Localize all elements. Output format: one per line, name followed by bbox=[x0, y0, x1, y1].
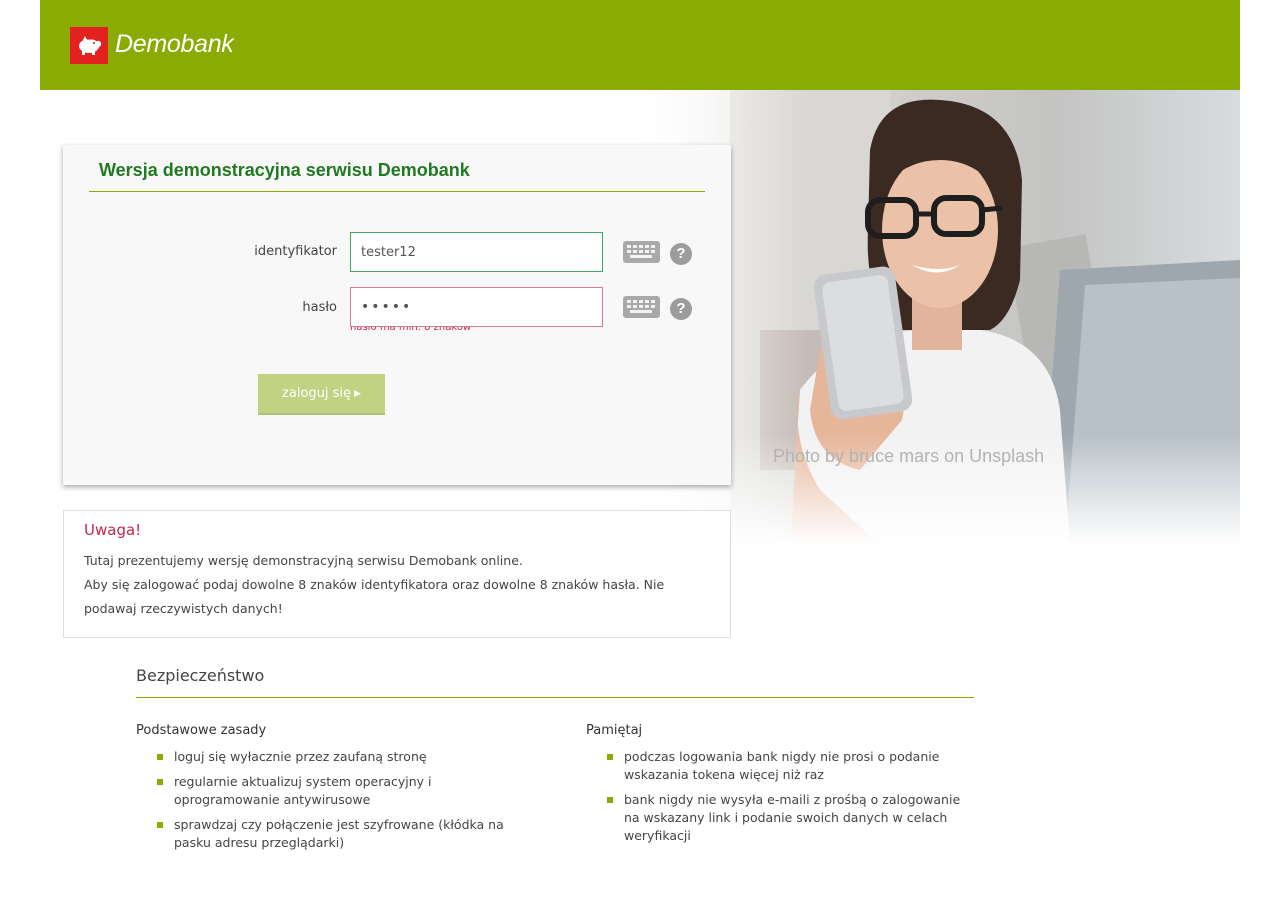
security-section: Bezpieczeństwo Podstawowe zasady loguj s… bbox=[136, 666, 974, 850]
password-error: hasło ma min. 8 znaków bbox=[350, 327, 471, 331]
security-list: podczas logowania bank nigdy nie prosi o… bbox=[586, 748, 966, 845]
security-divider bbox=[136, 697, 974, 698]
login-panel: Wersja demonstracyjna serwisu Demobank i… bbox=[63, 145, 731, 485]
warning-line: Aby się zalogować podaj dowolne 8 znaków… bbox=[84, 577, 665, 616]
column-heading: Podstawowe zasady bbox=[136, 723, 267, 738]
header-bar: Demobank bbox=[40, 0, 1240, 90]
arrow-right-icon: ▶ bbox=[354, 389, 361, 399]
warning-title: Uwaga! bbox=[84, 521, 142, 539]
login-button[interactable]: zaloguj się ▶ bbox=[258, 374, 385, 415]
security-column-remember: Pamiętaj podczas logowania bank nigdy ni… bbox=[586, 723, 966, 852]
security-list: loguj się wyłacznie przez zaufaną stronę… bbox=[136, 748, 516, 852]
list-item: bank nigdy nie wysyła e-maili z prośbą o… bbox=[607, 791, 966, 845]
piggy-bank-icon bbox=[79, 36, 102, 55]
logo-text[interactable]: Demobank bbox=[115, 30, 234, 59]
login-label: identyfikator bbox=[254, 244, 337, 259]
list-item: loguj się wyłacznie przez zaufaną stronę bbox=[157, 748, 516, 766]
password-label: hasło bbox=[302, 300, 337, 315]
keyboard-icon[interactable] bbox=[623, 241, 660, 263]
column-heading: Pamiętaj bbox=[586, 723, 643, 738]
help-icon[interactable]: ? bbox=[670, 243, 692, 265]
list-item: sprawdzaj czy połączenie jest szyfrowane… bbox=[157, 816, 516, 852]
login-button-label: zaloguj się bbox=[282, 386, 352, 401]
warning-box: Uwaga! Tutaj prezentujemy wersję demonst… bbox=[63, 510, 731, 638]
title-divider bbox=[89, 191, 705, 192]
warning-line: Tutaj prezentujemy wersję demonstracyjną… bbox=[84, 553, 523, 568]
login-input[interactable] bbox=[350, 232, 603, 272]
password-input[interactable] bbox=[350, 287, 603, 327]
security-title: Bezpieczeństwo bbox=[136, 666, 265, 685]
photo-credit: Photo by bruce mars on Unsplash bbox=[773, 446, 1045, 466]
login-title: Wersja demonstracyjna serwisu Demobank bbox=[99, 160, 470, 180]
list-item: regularnie aktualizuj system operacyjny … bbox=[157, 773, 516, 809]
list-item: podczas logowania bank nigdy nie prosi o… bbox=[607, 748, 966, 784]
keyboard-icon[interactable] bbox=[623, 296, 660, 318]
logo[interactable] bbox=[70, 27, 108, 64]
security-column-basics: Podstawowe zasady loguj się wyłacznie pr… bbox=[136, 723, 516, 859]
help-icon[interactable]: ? bbox=[670, 298, 692, 320]
warning-text: Tutaj prezentujemy wersję demonstracyjną… bbox=[84, 549, 714, 621]
